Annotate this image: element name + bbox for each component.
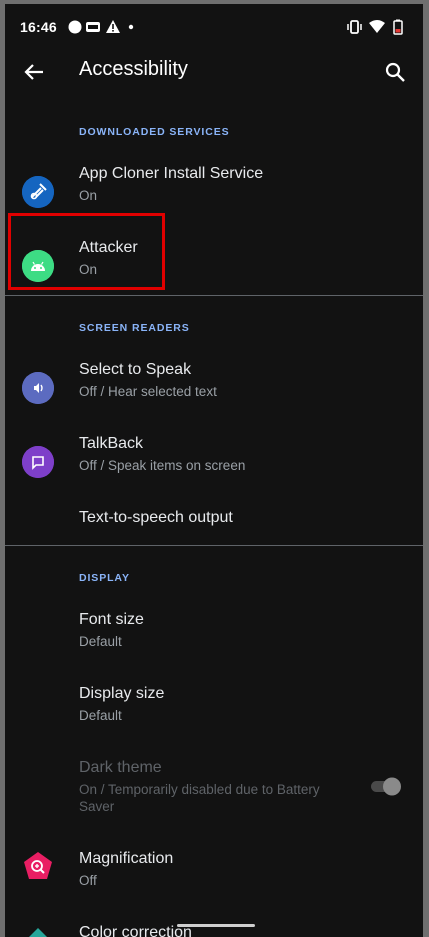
section-header-downloaded: DOWNLOADED SERVICES [79, 126, 230, 138]
magnification-icon [22, 851, 54, 883]
search-icon [385, 62, 405, 82]
talkback-icon [22, 446, 54, 478]
app-toolbar: Accessibility [5, 52, 423, 92]
warning-icon [106, 20, 120, 33]
item-summary: Default [79, 708, 122, 723]
item-title: Font size [79, 611, 144, 628]
list-item-magnification[interactable]: Magnification Off [5, 847, 423, 911]
wifi-icon [369, 20, 385, 33]
item-title: Color correction [79, 924, 192, 937]
item-summary: Off / Speak items on screen [79, 458, 246, 473]
search-button[interactable] [381, 58, 409, 86]
circle-notification-icon [68, 20, 82, 34]
list-item-font-size[interactable]: Font size Default [5, 608, 423, 672]
app-cloner-icon [22, 176, 54, 208]
dark-theme-toggle [369, 776, 403, 796]
phone-screen: 16:46 Accessibility DOWNLOADED SERVICES … [5, 0, 423, 937]
data-saver-icon [86, 22, 100, 32]
item-title: App Cloner Install Service [79, 165, 264, 182]
section-header-screen-readers: SCREEN READERS [79, 322, 190, 334]
status-left-icons [67, 18, 147, 36]
item-title: Display size [79, 685, 165, 702]
top-border [5, 0, 423, 4]
status-bar: 16:46 [5, 16, 423, 38]
list-item-select-to-speak[interactable]: Select to Speak Off / Hear selected text [5, 358, 423, 422]
item-summary: On / Temporarily disabled due to Battery… [79, 782, 320, 814]
item-summary: On [79, 188, 98, 203]
item-title: Select to Speak [79, 361, 192, 378]
item-summary: Default [79, 634, 122, 649]
item-title: Magnification [79, 850, 174, 867]
list-item-display-size[interactable]: Display size Default [5, 682, 423, 746]
battery-low-icon [393, 19, 403, 35]
item-title: Dark theme [79, 759, 162, 776]
navigation-handle[interactable] [177, 924, 255, 927]
divider [5, 295, 423, 296]
list-item-tts-output[interactable]: Text-to-speech output [5, 506, 423, 546]
back-button[interactable] [21, 58, 49, 86]
status-time: 16:46 [20, 19, 57, 35]
list-item-talkback[interactable]: TalkBack Off / Speak items on screen [5, 432, 423, 496]
item-summary: Off [79, 873, 97, 888]
page-title: Accessibility [79, 58, 188, 80]
dot-icon [128, 24, 134, 30]
status-right-icons [347, 18, 409, 36]
item-title: TalkBack [79, 435, 144, 452]
highlight-box [8, 213, 165, 290]
arrow-back-icon [24, 64, 43, 80]
color-correction-icon [22, 926, 54, 937]
section-header-display: DISPLAY [79, 572, 130, 584]
select-to-speak-icon [22, 372, 54, 404]
item-summary: Off / Hear selected text [79, 384, 217, 399]
vibrate-icon [347, 20, 362, 34]
divider [5, 545, 423, 546]
list-item-dark-theme: Dark theme On / Temporarily disabled due… [5, 756, 423, 836]
item-title: Text-to-speech output [79, 509, 233, 526]
